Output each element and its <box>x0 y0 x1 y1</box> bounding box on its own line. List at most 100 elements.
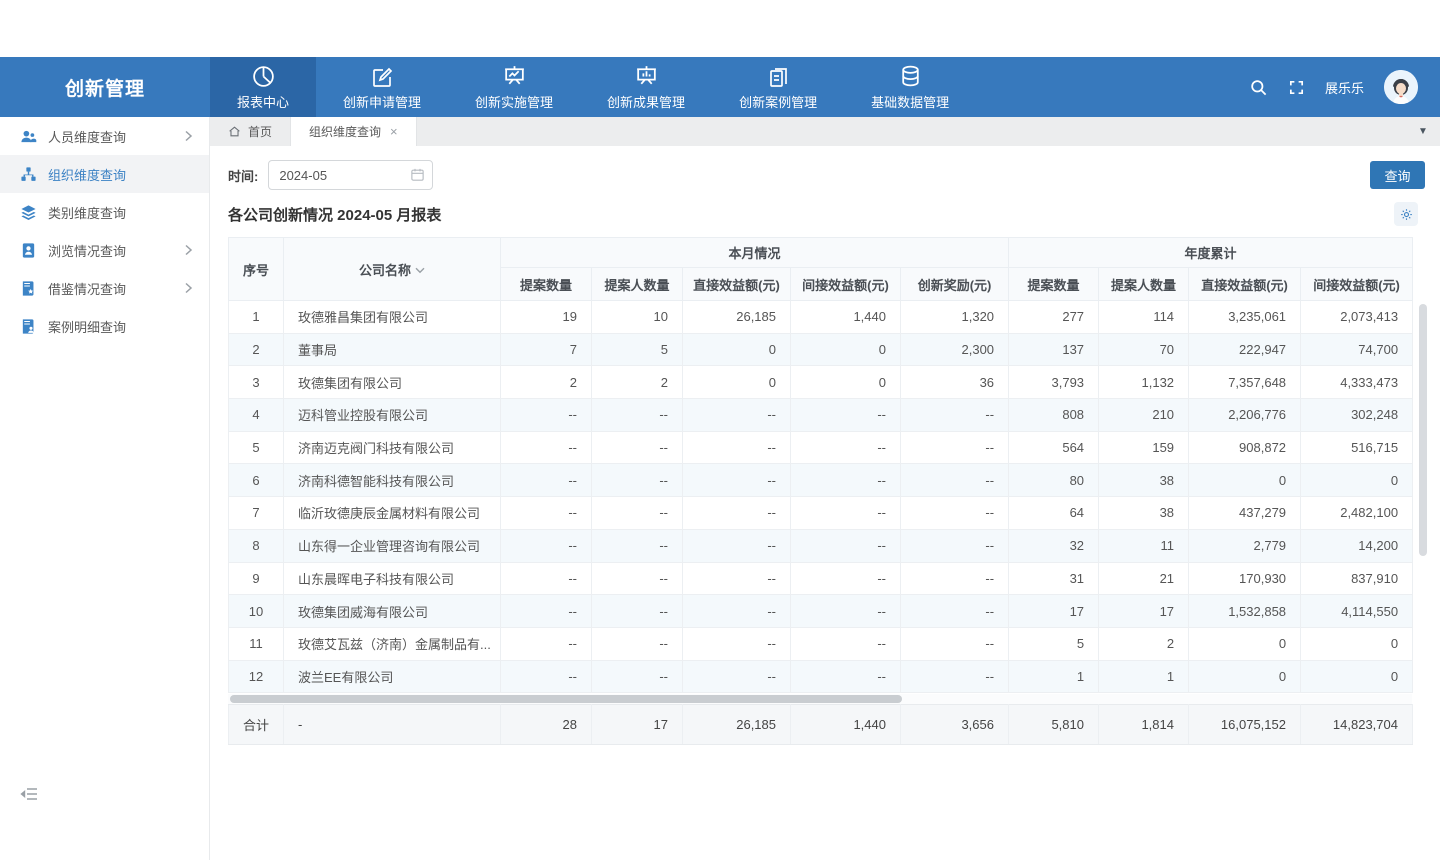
cell-year-direct-benefit: 1,532,858 <box>1189 595 1301 628</box>
table-row[interactable]: 12 波兰EE有限公司 -- -- -- -- -- 1 1 0 0 <box>229 660 1413 693</box>
cell-year-proposal-count: 80 <box>1009 464 1099 497</box>
cell-year-proposer-count: 11 <box>1099 529 1189 562</box>
chevron-right-icon <box>184 282 193 294</box>
cell-month-proposal-count: -- <box>501 627 592 660</box>
sidebar-item-org-dimension[interactable]: 组织维度查询 <box>0 155 209 193</box>
sidebar-item-category-dimension[interactable]: 类别维度查询 <box>0 193 209 231</box>
tab-dropdown-icon[interactable]: ▼ <box>1406 117 1440 146</box>
sidebar-item-label: 组织维度查询 <box>48 165 126 184</box>
total-month-indirect-benefit: 1,440 <box>791 705 901 745</box>
table-header: 序号 公司名称 本月情况 年度累计 提案数量 提案人数量 直接效益额(元) 间接… <box>229 238 1413 301</box>
table-row[interactable]: 6 济南科德智能科技有限公司 -- -- -- -- -- 80 38 0 0 <box>229 464 1413 497</box>
cell-company-name: 玫德艾瓦兹（济南）金属制品有... <box>284 627 501 660</box>
vertical-scrollbar <box>1419 300 1427 696</box>
cell-year-indirect-benefit: 837,910 <box>1301 562 1413 595</box>
nav-item-achievement-mgmt[interactable]: 创新成果管理 <box>580 57 712 117</box>
table-row[interactable]: 7 临沂玫德庚辰金属材料有限公司 -- -- -- -- -- 64 38 43… <box>229 497 1413 530</box>
cell-year-direct-benefit: 0 <box>1189 627 1301 660</box>
sidebar-item-case-detail[interactable]: 案例明细查询 <box>0 307 209 345</box>
total-year-indirect-benefit: 14,823,704 <box>1301 705 1413 745</box>
cell-year-proposal-count: 564 <box>1009 431 1099 464</box>
nav-item-case-mgmt[interactable]: 创新案例管理 <box>712 57 844 117</box>
cell-month-proposer-count: -- <box>592 497 683 530</box>
tab-label: 首页 <box>248 123 272 140</box>
table-row[interactable]: 8 山东得一企业管理咨询有限公司 -- -- -- -- -- 32 11 2,… <box>229 529 1413 562</box>
cell-index: 3 <box>229 366 284 399</box>
cell-month-indirect-benefit: -- <box>791 627 901 660</box>
close-icon[interactable]: × <box>390 124 398 139</box>
tab-home[interactable]: 首页 <box>210 117 291 146</box>
table-body: 1 玫德雅昌集团有限公司 19 10 26,185 1,440 1,320 27… <box>229 301 1413 693</box>
col-header: 创新奖励(元) <box>901 268 1009 301</box>
table-row[interactable]: 5 济南迈克阀门科技有限公司 -- -- -- -- -- 564 159 90… <box>229 431 1413 464</box>
cell-month-proposer-count: -- <box>592 562 683 595</box>
table-row[interactable]: 11 玫德艾瓦兹（济南）金属制品有... -- -- -- -- -- 5 2 … <box>229 627 1413 660</box>
data-table: 序号 公司名称 本月情况 年度累计 提案数量 提案人数量 直接效益额(元) 间接… <box>228 237 1413 693</box>
nav-item-implement-mgmt[interactable]: 创新实施管理 <box>448 57 580 117</box>
cell-month-innovation-reward: -- <box>901 627 1009 660</box>
tab-org-dimension[interactable]: 组织维度查询 × <box>291 117 417 146</box>
horizontal-scrollbar <box>228 694 1412 704</box>
cell-month-direct-benefit: -- <box>683 399 791 432</box>
search-icon[interactable] <box>1249 78 1268 97</box>
sidebar-item-reference-status[interactable]: 借鉴情况查询 <box>0 269 209 307</box>
table-row[interactable]: 1 玫德雅昌集团有限公司 19 10 26,185 1,440 1,320 27… <box>229 301 1413 334</box>
col-header-index: 序号 <box>229 238 284 301</box>
sidebar-item-person-dimension[interactable]: 人员维度查询 <box>0 117 209 155</box>
settings-gear-icon[interactable] <box>1394 202 1418 226</box>
cell-month-innovation-reward: 2,300 <box>901 333 1009 366</box>
collapse-sidebar-icon[interactable] <box>20 786 38 802</box>
cell-year-proposer-count: 1,132 <box>1099 366 1189 399</box>
cell-index: 12 <box>229 660 284 693</box>
total-year-proposer-count: 1,814 <box>1099 705 1189 745</box>
table-row[interactable]: 2 董事局 7 5 0 0 2,300 137 70 222,947 74,70… <box>229 333 1413 366</box>
table-row[interactable]: 3 玫德集团有限公司 2 2 0 0 36 3,793 1,132 7,357,… <box>229 366 1413 399</box>
cell-index: 6 <box>229 464 284 497</box>
cell-year-indirect-benefit: 2,073,413 <box>1301 301 1413 334</box>
table-row[interactable]: 10 玫德集团威海有限公司 -- -- -- -- -- 17 17 1,532… <box>229 595 1413 628</box>
time-input[interactable] <box>268 160 433 190</box>
total-month-direct-benefit: 26,185 <box>683 705 791 745</box>
group-header-year: 年度累计 <box>1009 238 1413 268</box>
cell-year-direct-benefit: 0 <box>1189 660 1301 693</box>
date-input-wrap <box>268 160 433 190</box>
nav-item-base-data-mgmt[interactable]: 基础数据管理 <box>844 57 976 117</box>
cell-month-direct-benefit: -- <box>683 660 791 693</box>
fullscreen-icon[interactable] <box>1288 79 1305 96</box>
table-row[interactable]: 4 迈科管业控股有限公司 -- -- -- -- -- 808 210 2,20… <box>229 399 1413 432</box>
table-row[interactable]: 9 山东晨晖电子科技有限公司 -- -- -- -- -- 31 21 170,… <box>229 562 1413 595</box>
cell-month-proposer-count: -- <box>592 399 683 432</box>
presentation-bar-chart-icon <box>634 63 659 89</box>
cell-index: 9 <box>229 562 284 595</box>
nav-item-report-center[interactable]: 报表中心 <box>210 57 316 117</box>
cell-year-indirect-benefit: 0 <box>1301 627 1413 660</box>
database-icon <box>898 63 923 89</box>
group-header-month: 本月情况 <box>501 238 1009 268</box>
horizontal-scrollbar-thumb[interactable] <box>230 695 902 703</box>
cell-month-proposer-count: -- <box>592 660 683 693</box>
nav-label: 创新申请管理 <box>343 92 421 111</box>
cell-year-proposer-count: 210 <box>1099 399 1189 432</box>
cell-company-name: 董事局 <box>284 333 501 366</box>
cell-index: 11 <box>229 627 284 660</box>
total-row-table: 合计 - 28 17 26,185 1,440 3,656 5,810 1,81… <box>228 704 1413 745</box>
vertical-scrollbar-thumb[interactable] <box>1419 304 1427 556</box>
query-button[interactable]: 查询 <box>1370 161 1425 189</box>
sidebar-item-browse-status[interactable]: 浏览情况查询 <box>0 231 209 269</box>
cell-month-proposer-count: 5 <box>592 333 683 366</box>
cell-year-proposal-count: 137 <box>1009 333 1099 366</box>
nav-label: 基础数据管理 <box>871 92 949 111</box>
cell-month-proposal-count: 7 <box>501 333 592 366</box>
cell-month-direct-benefit: -- <box>683 529 791 562</box>
cell-month-proposer-count: 2 <box>592 366 683 399</box>
cell-company-name: 济南科德智能科技有限公司 <box>284 464 501 497</box>
nav-item-apply-mgmt[interactable]: 创新申请管理 <box>316 57 448 117</box>
cell-month-indirect-benefit: -- <box>791 660 901 693</box>
col-header: 间接效益额(元) <box>1301 268 1413 301</box>
username[interactable]: 展乐乐 <box>1325 78 1364 97</box>
cell-month-direct-benefit: -- <box>683 497 791 530</box>
cell-month-indirect-benefit: -- <box>791 399 901 432</box>
cell-company-name: 山东晨晖电子科技有限公司 <box>284 562 501 595</box>
col-header-company[interactable]: 公司名称 <box>284 238 501 301</box>
avatar[interactable] <box>1384 70 1418 104</box>
